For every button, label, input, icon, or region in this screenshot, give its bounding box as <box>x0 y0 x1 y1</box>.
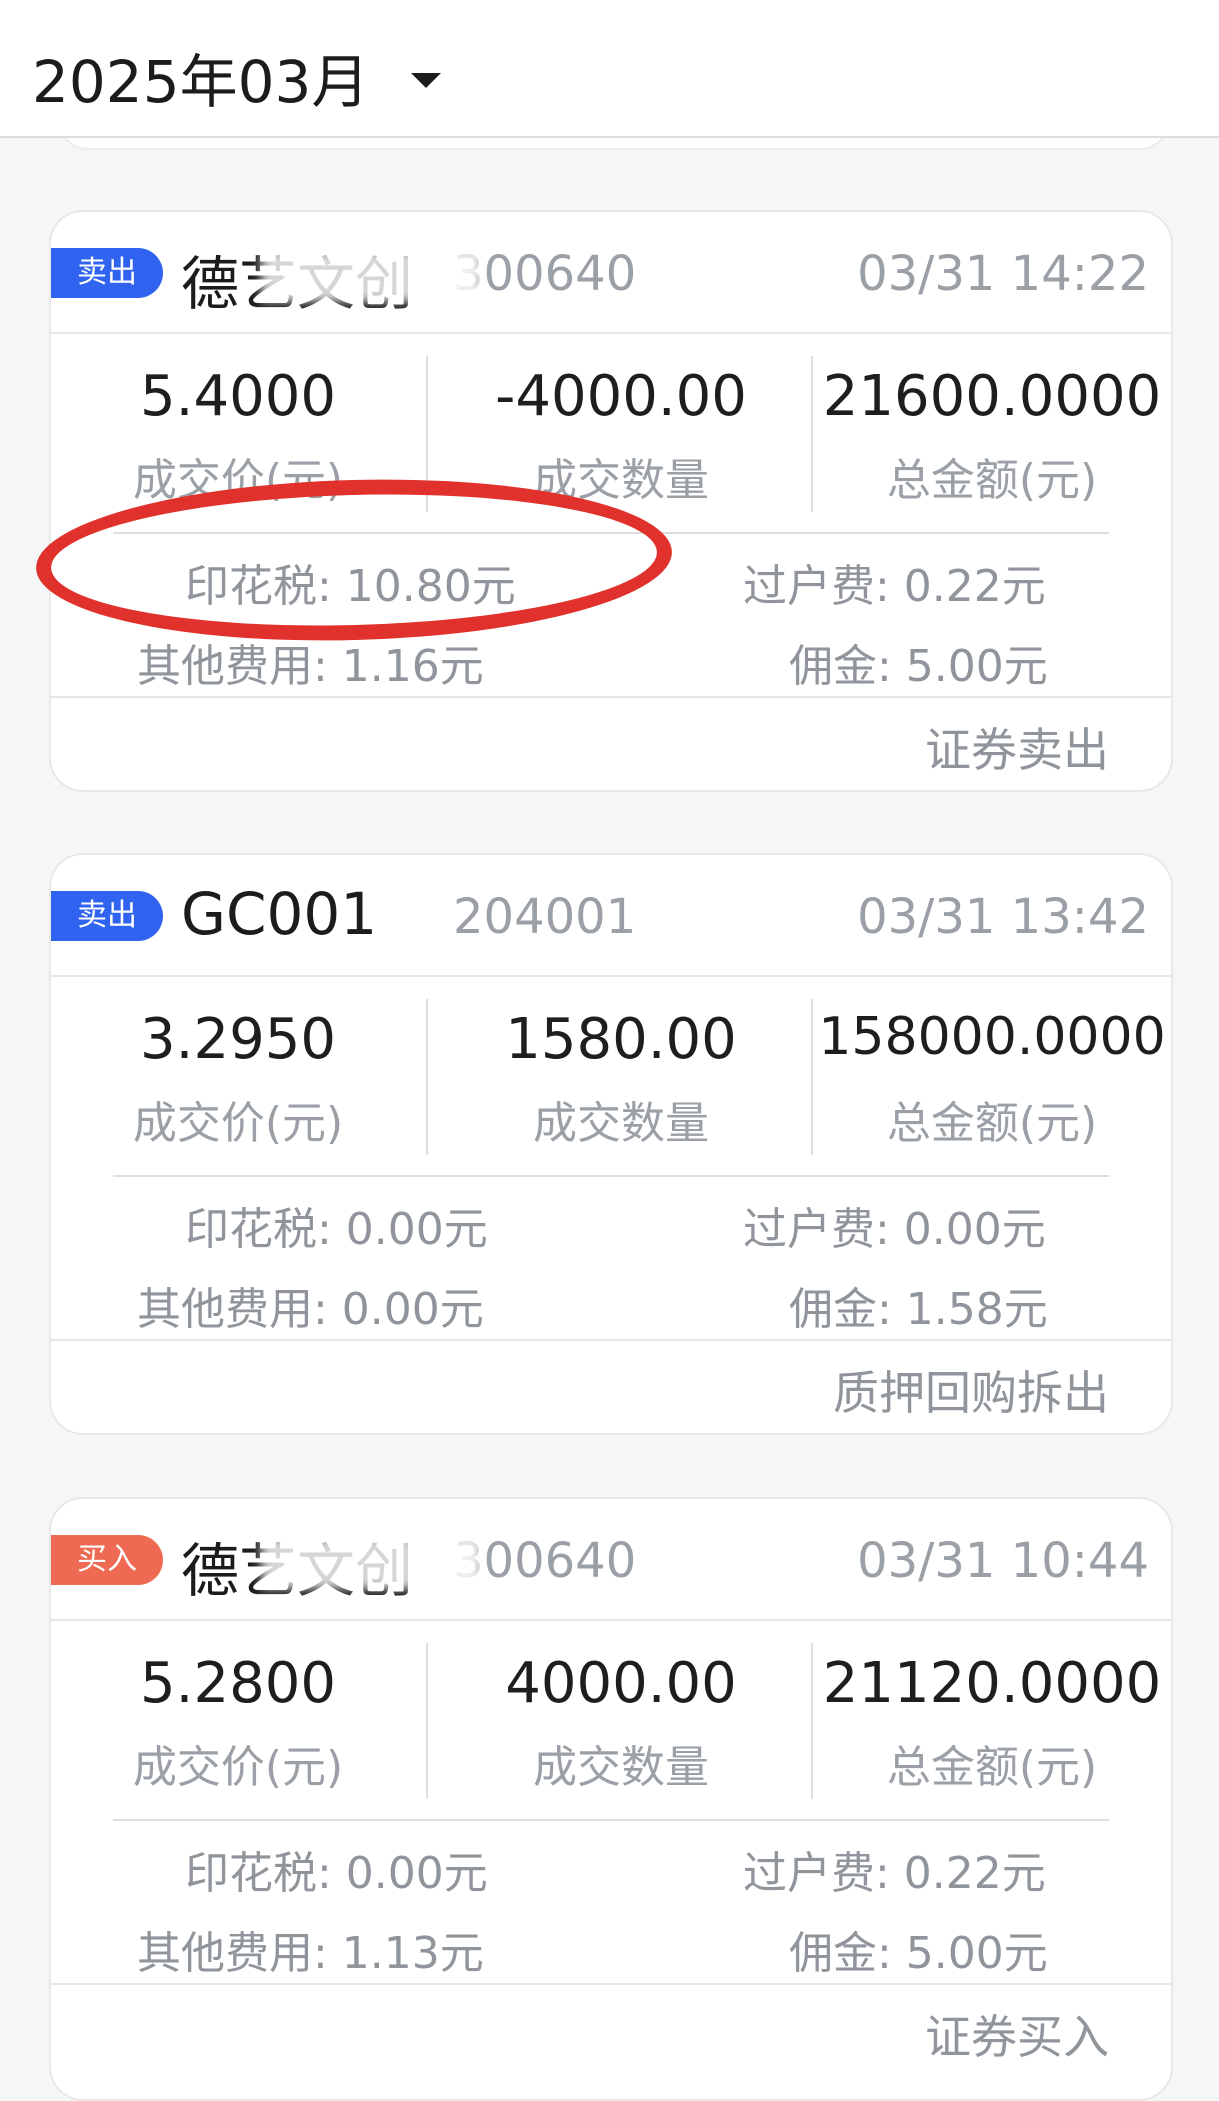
caret-down-icon[interactable] <box>411 72 442 88</box>
quantity-value: 1580.00 <box>505 1007 737 1072</box>
quantity-value: 4000.00 <box>505 1651 737 1716</box>
stamp-tax: 印花税: 0.00元 <box>185 1204 488 1255</box>
divider <box>426 1643 428 1799</box>
trade-type: 证券买入 <box>925 2010 1109 2064</box>
redaction-smudge <box>261 1537 481 1589</box>
divider <box>811 356 813 512</box>
price-value: 3.2950 <box>140 1007 336 1072</box>
trade-card-header: 卖出 德艺文创 300640 03/31 14:22 <box>51 212 1171 334</box>
price-label: 成交价(元) <box>132 1742 344 1793</box>
amount-value: 21600.0000 <box>822 364 1162 429</box>
transfer-fee: 过户费: 0.22元 <box>743 1848 1046 1899</box>
quantity-label: 成交数量 <box>533 1742 709 1793</box>
quantity-label: 成交数量 <box>533 1098 709 1149</box>
transfer-fee: 过户费: 0.22元 <box>743 561 1046 612</box>
other-fees: 其他费用: 0.00元 <box>137 1284 484 1335</box>
fee-details: 印花税: 0.00元 过户费: 0.22元 其他费用: 1.13元 佣金: 5.… <box>51 1821 1171 1985</box>
amount-label: 总金额(元) <box>886 1742 1098 1793</box>
price-label: 成交价(元) <box>132 1098 344 1149</box>
trade-time: 03/31 14:22 <box>857 246 1149 302</box>
amount-stat: 158000.0000 总金额(元) <box>817 977 1167 1177</box>
divider <box>426 999 428 1155</box>
quantity-value: -4000.00 <box>495 364 747 429</box>
month-label: 2025年03月 <box>32 48 370 116</box>
trade-card-footer: 证券卖出 <box>51 698 1171 790</box>
trade-time: 03/31 13:42 <box>857 889 1149 945</box>
trade-time: 03/31 10:44 <box>857 1533 1149 1589</box>
trade-card-footer: 质押回购拆出 <box>51 1341 1171 1433</box>
amount-label: 总金额(元) <box>886 455 1098 506</box>
amount-stat: 21120.0000 总金额(元) <box>817 1621 1167 1821</box>
trade-stats: 3.2950 成交价(元) 1580.00 成交数量 158000.0000 总… <box>51 977 1171 1177</box>
buy-badge: 买入 <box>51 1535 163 1585</box>
divider <box>811 999 813 1155</box>
stock-name: GC001 <box>181 880 378 948</box>
trade-type: 证券卖出 <box>925 723 1109 777</box>
sell-badge: 卖出 <box>51 248 163 298</box>
commission: 佣金: 1.58元 <box>789 1284 1048 1335</box>
trade-card[interactable]: 卖出 GC001 204001 03/31 13:42 3.2950 成交价(元… <box>49 853 1173 1435</box>
stamp-tax: 印花税: 0.00元 <box>185 1848 488 1899</box>
quantity-stat: 4000.00 成交数量 <box>431 1621 811 1821</box>
other-fees: 其他费用: 1.13元 <box>137 1928 484 1979</box>
amount-label: 总金额(元) <box>886 1098 1098 1149</box>
redaction-smudge <box>261 250 481 302</box>
divider <box>811 1643 813 1799</box>
fee-details: 印花税: 0.00元 过户费: 0.00元 其他费用: 0.00元 佣金: 1.… <box>51 1177 1171 1341</box>
amount-value: 158000.0000 <box>818 1007 1166 1067</box>
commission: 佣金: 5.00元 <box>789 1928 1048 1979</box>
trade-card[interactable]: 买入 德艺文创 300640 03/31 10:44 5.2800 成交价(元)… <box>49 1497 1173 2101</box>
amount-stat: 21600.0000 总金额(元) <box>817 334 1167 534</box>
trade-card-header: 买入 德艺文创 300640 03/31 10:44 <box>51 1499 1171 1621</box>
amount-value: 21120.0000 <box>822 1651 1162 1716</box>
quantity-stat: 1580.00 成交数量 <box>431 977 811 1177</box>
transfer-fee: 过户费: 0.00元 <box>743 1204 1046 1255</box>
trade-card-footer: 证券买入 <box>51 1985 1171 2077</box>
month-picker[interactable]: 2025年03月 <box>32 42 442 116</box>
trade-card-header: 卖出 GC001 204001 03/31 13:42 <box>51 855 1171 977</box>
price-stat: 3.2950 成交价(元) <box>51 977 425 1177</box>
price-value: 5.4000 <box>140 364 336 429</box>
price-value: 5.2800 <box>140 1651 336 1716</box>
trade-stats: 5.2800 成交价(元) 4000.00 成交数量 21120.0000 总金… <box>51 1621 1171 1821</box>
app-header: 2025年03月 <box>0 0 1219 138</box>
stock-code: 204001 <box>453 889 637 945</box>
trade-type: 质押回购拆出 <box>833 1366 1109 1420</box>
price-stat: 5.2800 成交价(元) <box>51 1621 425 1821</box>
commission: 佣金: 5.00元 <box>789 641 1048 692</box>
sell-badge: 卖出 <box>51 891 163 941</box>
